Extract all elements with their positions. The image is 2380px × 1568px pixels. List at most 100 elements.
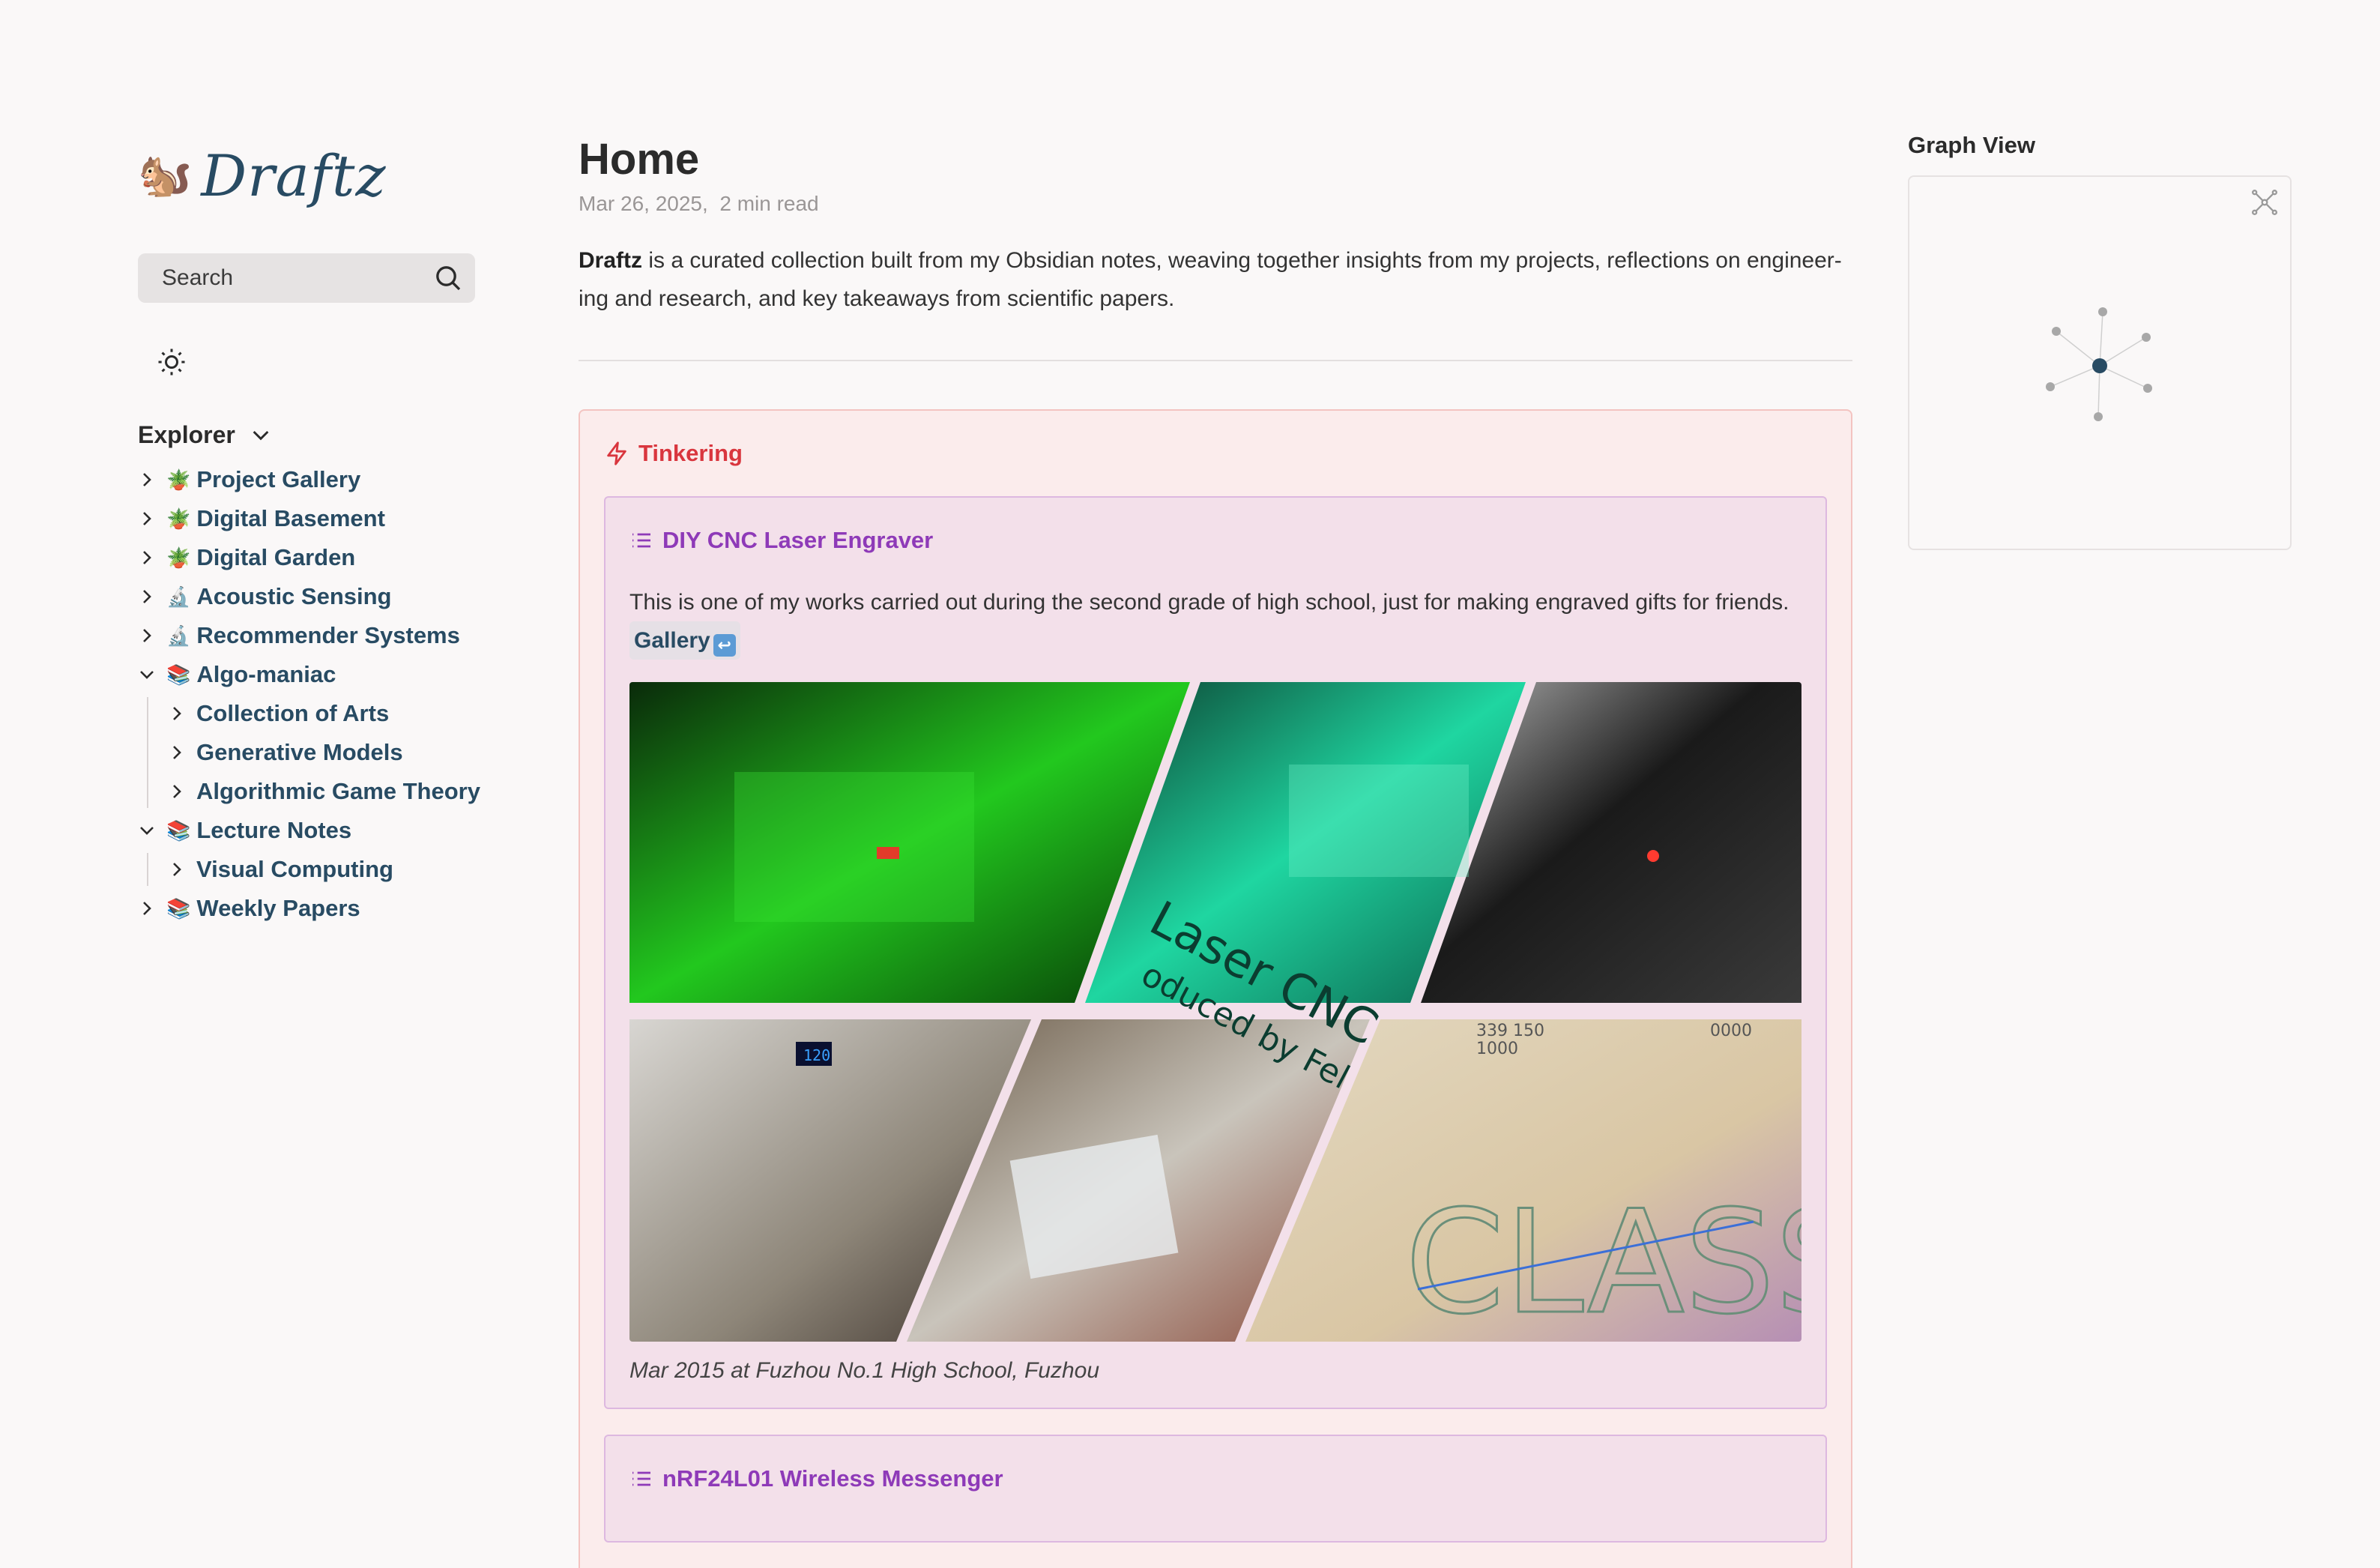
folder-recommender-systems[interactable]: 🔬 Recommender Systems: [138, 616, 498, 655]
site-name[interactable]: Draftz: [201, 142, 386, 209]
books-icon: 📚: [166, 818, 191, 842]
chevron-right-icon[interactable]: [138, 588, 156, 606]
potted-plant-icon: 🪴: [166, 546, 191, 569]
folder-digital-basement[interactable]: 🪴 Digital Basement: [138, 499, 498, 538]
photo-text-1000: 1000: [1476, 1040, 1518, 1058]
photo-collage[interactable]: Laser CNC oduced by Fel 120 339 150 1000…: [629, 682, 1801, 1342]
explorer-tree: 🪴 Project Gallery 🪴 Digital Basement 🪴 D…: [138, 460, 498, 928]
page-meta: Mar 26, 2025, 2 min read: [579, 192, 1852, 216]
card-text: This is one of my works carried out duri…: [629, 590, 1789, 615]
potted-plant-icon: 🪴: [166, 507, 191, 530]
search-placeholder: Search: [162, 265, 234, 290]
gallery-link[interactable]: Gallery ↩: [629, 621, 740, 660]
lecture-notes-children: Visual Computing: [138, 850, 498, 889]
chevron-down-icon: [253, 430, 269, 441]
folder-label[interactable]: Generative Models: [196, 739, 403, 766]
collage-caption: Mar 2015 at Fuzhou No.1 High School, Fuz…: [629, 1358, 1100, 1383]
card-title: nRF24L01 Wireless Messenger: [662, 1465, 1003, 1492]
potted-plant-icon: 🪴: [166, 468, 191, 491]
intro-paragraph: Draftz is a curated collection built fro…: [579, 241, 1852, 318]
intro-text: is a curated collection built from my Ob…: [579, 248, 1842, 311]
intro-brand: Draftz: [579, 248, 643, 273]
page-title: Home: [579, 135, 700, 184]
folder-label[interactable]: Recommender Systems: [196, 622, 460, 649]
books-icon: 📚: [166, 663, 191, 686]
search-icon[interactable]: [433, 263, 463, 293]
photo-text-0000: 0000: [1710, 1022, 1752, 1040]
project-card: DIY CNC Laser Engraver This is one of my…: [604, 496, 1827, 1409]
gallery-link-label: Gallery: [634, 628, 710, 653]
microscope-icon: 🔬: [166, 585, 191, 608]
graph-node[interactable]: [2094, 412, 2103, 421]
chevron-right-icon[interactable]: [168, 783, 186, 800]
graph-node[interactable]: [2052, 327, 2061, 336]
folder-label[interactable]: Collection of Arts: [196, 700, 389, 727]
read-time: 2 min read: [719, 192, 819, 215]
folder-label[interactable]: Lecture Notes: [196, 817, 351, 844]
folder-algo-maniac[interactable]: 📚 Algo-maniac: [138, 655, 498, 694]
folder-acoustic-sensing[interactable]: 🔬 Acoustic Sensing: [138, 577, 498, 616]
collage-graphic: Laser CNC oduced by Fel 120 339 150 1000…: [629, 682, 1801, 1342]
card-header[interactable]: nRF24L01 Wireless Messenger: [629, 1462, 1801, 1496]
card-header[interactable]: DIY CNC Laser Engraver: [629, 523, 1801, 558]
graph-node[interactable]: [2046, 382, 2055, 391]
sun-icon: [158, 349, 185, 376]
folder-label[interactable]: Digital Basement: [196, 505, 385, 532]
folder-label[interactable]: Weekly Papers: [196, 895, 360, 922]
folder-visual-computing[interactable]: Visual Computing: [138, 850, 498, 889]
photo-text-339150: 339 150: [1476, 1022, 1544, 1040]
chevron-down-icon[interactable]: [138, 666, 156, 684]
graph-node[interactable]: [2143, 384, 2152, 393]
explorer-title: Explorer: [138, 420, 235, 448]
chevron-right-icon[interactable]: [168, 744, 186, 762]
folder-generative-models[interactable]: Generative Models: [138, 733, 498, 772]
folder-label[interactable]: Acoustic Sensing: [196, 583, 391, 610]
right-panel: Graph View: [1908, 132, 2292, 550]
folder-algorithmic-game-theory[interactable]: Algorithmic Game Theory: [138, 772, 498, 811]
divider: [579, 360, 1852, 361]
card-title: DIY CNC Laser Engraver: [662, 527, 934, 553]
explorer-toggle[interactable]: Explorer: [138, 418, 498, 451]
folder-project-gallery[interactable]: 🪴 Project Gallery: [138, 460, 498, 499]
chevron-right-icon[interactable]: [168, 705, 186, 723]
brand[interactable]: 🐿️ Draftz: [138, 139, 498, 211]
chevron-right-icon[interactable]: [138, 471, 156, 489]
chevron-right-icon[interactable]: [138, 549, 156, 567]
main-content: Home Mar 26, 2025, 2 min read Draftz is …: [579, 132, 1852, 1568]
chevron-right-icon[interactable]: [138, 510, 156, 528]
list-icon: [632, 1471, 650, 1486]
folder-label[interactable]: Project Gallery: [196, 466, 360, 493]
chevron-down-icon[interactable]: [138, 821, 156, 839]
folder-label[interactable]: Algo-maniac: [196, 661, 336, 688]
return-arrow-icon: ↩: [713, 634, 736, 657]
chevron-right-icon[interactable]: [138, 899, 156, 917]
chevron-right-icon[interactable]: [138, 627, 156, 645]
books-icon: 📚: [166, 896, 191, 920]
folder-lecture-notes[interactable]: 📚 Lecture Notes: [138, 811, 498, 850]
photo-text-120: 120: [803, 1046, 830, 1064]
tinkering-callout: Tinkering DIY CNC Laser Engraver This is…: [579, 409, 1852, 1568]
folder-weekly-papers[interactable]: 📚 Weekly Papers: [138, 889, 498, 928]
theme-toggle-button[interactable]: [151, 342, 192, 382]
callout-header[interactable]: Tinkering: [604, 436, 1827, 471]
search-input[interactable]: Search: [138, 253, 475, 303]
left-sidebar: 🐿️ Draftz Search Explorer 🪴 Project Gall…: [138, 139, 498, 928]
photo-text-class8: CLASS 8: [1405, 1180, 1801, 1342]
graph-node[interactable]: [2098, 307, 2107, 316]
folder-collection-of-arts[interactable]: Collection of Arts: [138, 694, 498, 733]
squirrel-logo-icon: 🐿️: [138, 151, 193, 199]
folder-label[interactable]: Algorithmic Game Theory: [196, 778, 480, 805]
chevron-right-icon[interactable]: [168, 860, 186, 878]
global-graph-icon[interactable]: [2250, 187, 2280, 217]
graph-canvas[interactable]: [1909, 177, 2293, 552]
folder-label[interactable]: Digital Garden: [196, 544, 355, 571]
folder-label[interactable]: Visual Computing: [196, 856, 393, 883]
graph-view[interactable]: [1908, 175, 2292, 550]
algo-maniac-children: Collection of Arts Generative Models Alg…: [138, 694, 498, 811]
graph-view-title: Graph View: [1908, 132, 2035, 158]
graph-node[interactable]: [2142, 333, 2151, 342]
folder-digital-garden[interactable]: 🪴 Digital Garden: [138, 538, 498, 577]
callout-title: Tinkering: [638, 440, 743, 466]
graph-node-current[interactable]: [2092, 358, 2107, 373]
microscope-icon: 🔬: [166, 624, 191, 647]
